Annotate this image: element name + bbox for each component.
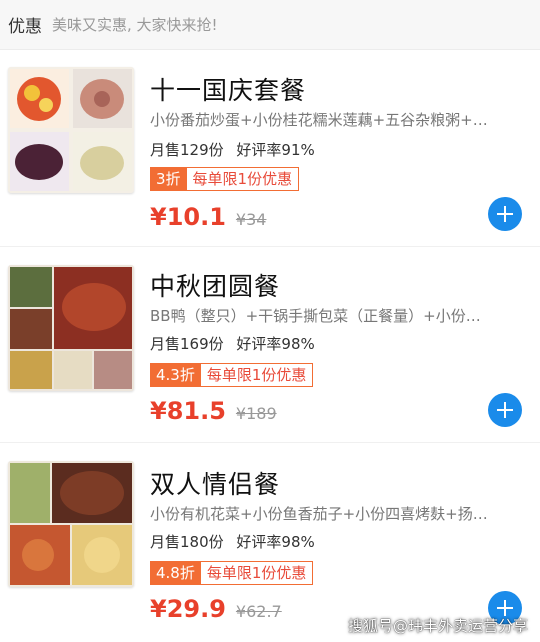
- rating: 好评率98%: [236, 335, 315, 353]
- dish-description: BB鸭（整只）+干锅手撕包菜（正餐量）+小份…: [150, 307, 481, 325]
- discount-badge: 4.8折: [150, 561, 201, 585]
- rating: 好评率98%: [236, 533, 315, 551]
- dish-stats: 月售169份 好评率98%: [150, 333, 323, 354]
- limit-badge: 每单限1份优惠: [186, 167, 300, 191]
- price-row: ¥10.1 ¥34: [150, 203, 266, 231]
- monthly-sales: 月售169份: [150, 335, 224, 353]
- original-price: ¥189: [235, 404, 277, 423]
- limit-badge: 每单限1份优惠: [200, 561, 314, 585]
- list-item[interactable]: 中秋团圆餐 BB鸭（整只）+干锅手撕包菜（正餐量）+小份… 月售169份 好评率…: [0, 247, 540, 443]
- original-price: ¥34: [235, 210, 267, 229]
- dish-name: 十一国庆套餐: [150, 76, 307, 105]
- dish-thumbnail[interactable]: [8, 461, 134, 587]
- price-row: ¥29.9 ¥62.7: [150, 595, 282, 623]
- watermark: 搜狐号@玮丰外卖运营分享: [347, 617, 528, 635]
- discount-badge: 4.3折: [150, 363, 201, 387]
- promo-tag: 3折 每单限1份优惠: [150, 167, 300, 191]
- promo-tag: 4.8折 每单限1份优惠: [150, 561, 314, 585]
- price-row: ¥81.5 ¥189: [150, 397, 277, 425]
- section-title: 优惠: [8, 17, 42, 37]
- dish-name: 中秋团圆餐: [150, 272, 281, 301]
- section-header: 优惠 美味又实惠, 大家快来抢!: [0, 0, 540, 50]
- dish-description: 小份番茄炒蛋+小份桂花糯米莲藕+五谷杂粮粥+…: [150, 111, 488, 129]
- dish-stats: 月售129份 好评率91%: [150, 139, 323, 160]
- rating: 好评率91%: [236, 141, 315, 159]
- dish-stats: 月售180份 好评率98%: [150, 531, 323, 552]
- add-to-cart-button[interactable]: [488, 393, 522, 427]
- add-to-cart-button[interactable]: [488, 197, 522, 231]
- dish-thumbnail[interactable]: [8, 265, 134, 391]
- current-price: ¥10.1: [150, 203, 226, 231]
- limit-badge: 每单限1份优惠: [200, 363, 314, 387]
- list-item[interactable]: 双人情侣餐 小份有机花菜+小份鱼香茄子+小份四喜烤麸+扬… 月售180份 好评率…: [0, 443, 540, 639]
- dish-thumbnail[interactable]: [8, 67, 134, 193]
- monthly-sales: 月售129份: [150, 141, 224, 159]
- list-item[interactable]: 十一国庆套餐 小份番茄炒蛋+小份桂花糯米莲藕+五谷杂粮粥+… 月售129份 好评…: [0, 51, 540, 247]
- current-price: ¥29.9: [150, 595, 226, 623]
- original-price: ¥62.7: [235, 602, 282, 621]
- promo-tag: 4.3折 每单限1份优惠: [150, 363, 314, 387]
- discount-badge: 3折: [150, 167, 187, 191]
- dish-description: 小份有机花菜+小份鱼香茄子+小份四喜烤麸+扬…: [150, 505, 488, 523]
- current-price: ¥81.5: [150, 397, 226, 425]
- monthly-sales: 月售180份: [150, 533, 224, 551]
- section-slogan: 美味又实惠, 大家快来抢!: [52, 16, 218, 34]
- dish-name: 双人情侣餐: [150, 470, 281, 499]
